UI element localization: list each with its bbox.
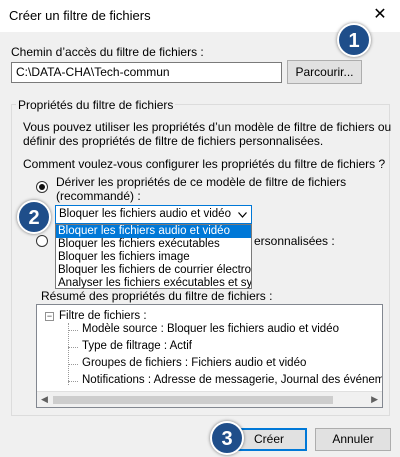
title-bar: Créer un filtre de fichiers ✕ bbox=[0, 0, 400, 32]
scroll-right-icon[interactable]: ▶ bbox=[371, 394, 378, 405]
path-input[interactable]: C:\DATA-CHA\Tech-commun bbox=[11, 62, 282, 83]
option-custom-label: ersonnalisées : bbox=[254, 234, 335, 248]
window-title: Créer un filtre de fichiers bbox=[9, 8, 151, 23]
template-combo-value: Bloquer les fichiers audio et vidéo bbox=[59, 208, 231, 220]
tree-connector bbox=[68, 347, 78, 348]
chevron-down-icon bbox=[238, 212, 247, 218]
template-combo[interactable]: Bloquer les fichiers audio et vidéo bbox=[55, 205, 252, 224]
create-file-screen-dialog: Créer un filtre de fichiers ✕ Chemin d’a… bbox=[0, 0, 400, 457]
horizontal-scrollbar[interactable]: ◀ ▶ bbox=[37, 391, 382, 407]
template-dropdown: Bloquer les fichiers audio et vidéo Bloq… bbox=[55, 224, 252, 289]
description-line-2: définir des propriétés de filtre de fich… bbox=[23, 134, 324, 148]
step-badge-2: 2 bbox=[17, 200, 51, 234]
tree-item: Type de filtrage : Actif bbox=[82, 340, 192, 352]
dropdown-option[interactable]: Analyser les fichiers exécutables et sys… bbox=[56, 277, 251, 288]
step-badge-1: 1 bbox=[337, 23, 371, 57]
scrollbar-thumb[interactable] bbox=[53, 396, 333, 404]
tree-connector bbox=[68, 323, 69, 385]
dropdown-option[interactable]: Bloquer les fichiers image bbox=[56, 251, 251, 264]
tree-root: Filtre de fichiers : bbox=[59, 310, 147, 322]
radio-derive-template[interactable] bbox=[36, 181, 48, 193]
scroll-left-icon[interactable]: ◀ bbox=[41, 394, 48, 405]
radio-custom-properties[interactable] bbox=[36, 235, 48, 247]
description-line-1: Vous pouvez utiliser les propriétés d’un… bbox=[23, 120, 392, 134]
summary-tree[interactable]: − Filtre de fichiers : Modèle source : B… bbox=[36, 304, 383, 408]
properties-group-title: Propriétés du filtre de fichiers bbox=[16, 98, 176, 112]
collapse-icon[interactable]: − bbox=[45, 312, 54, 321]
dropdown-option[interactable]: Bloquer les fichiers audio et vidéo bbox=[56, 225, 251, 238]
dropdown-option[interactable]: Bloquer les fichiers de courrier électro… bbox=[56, 264, 251, 277]
tree-item: Groupes de fichiers : Fichiers audio et … bbox=[82, 357, 307, 369]
tree-connector bbox=[68, 381, 78, 382]
step-badge-3: 3 bbox=[210, 421, 244, 455]
tree-connector bbox=[68, 330, 78, 331]
dropdown-option[interactable]: Bloquer les fichiers exécutables bbox=[56, 238, 251, 251]
tree-item: Modèle source : Bloquer les fichiers aud… bbox=[82, 323, 339, 335]
summary-label: Résumé des propriétés du filtre de fichi… bbox=[41, 289, 273, 303]
configure-question: Comment voulez-vous configurer les propr… bbox=[23, 157, 386, 171]
browse-button[interactable]: Parcourir... bbox=[287, 60, 362, 84]
cancel-button[interactable]: Annuler bbox=[315, 428, 391, 451]
tree-connector bbox=[68, 364, 78, 365]
path-label: Chemin d’accès du filtre de fichiers : bbox=[11, 45, 204, 59]
option-derive-label-2: (recommandé) : bbox=[56, 189, 141, 203]
tree-item: Notifications : Adresse de messagerie, J… bbox=[82, 374, 383, 386]
option-derive-label-1: Dériver les propriétés de ce modèle de f… bbox=[56, 175, 347, 189]
